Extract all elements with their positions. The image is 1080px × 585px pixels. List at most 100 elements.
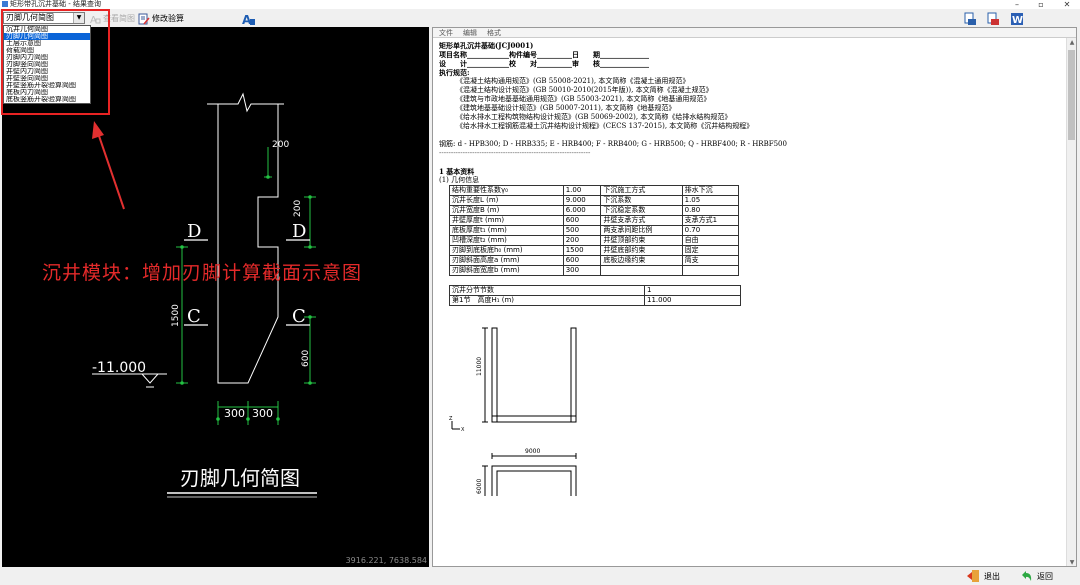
scroll-down-icon[interactable]: ▼ (1067, 558, 1076, 566)
table-cell: 固定 (681, 245, 740, 256)
spec-item: 《混凝土结构设计规范》(GB 50010-2010(2015年版)), 本文简称… (456, 86, 713, 94)
table-row: 沉井长度L (m) 9.000 下沉系数 1.05 (449, 195, 740, 206)
dim-label-300b: 300 (252, 407, 273, 420)
geometry-table: 结构重要性系数γ₀ 1.00 下沉施工方式 排水下沉 沉井长度L (m) 9.000 下沉系… (449, 185, 740, 276)
exit-button[interactable]: 退出 (966, 569, 1000, 583)
table-cell: 排水下沉 (681, 185, 740, 196)
section-label-D-right: D (292, 221, 306, 242)
table-cell: 井壁厚度t (mm) (449, 215, 564, 226)
table-cell: 支承方式1 (681, 215, 740, 226)
report-meta-2: 设 计____________校 对__________审 核_________… (439, 59, 649, 68)
annotation-text: 沉井模块：增加刃脚计算截面示意图 (42, 262, 363, 284)
dim-label-600: 600 (301, 350, 311, 367)
print-preview-button[interactable] (986, 12, 1000, 25)
edit-check-button[interactable]: 修改验算 (138, 12, 184, 25)
menu-edit[interactable]: 编辑 (463, 28, 477, 37)
table-row: 沉井分节节数 1 (449, 285, 741, 296)
spec-item: 《给水排水工程钢筋混凝土沉井结构设计规程》(CECS 137-2015), 本文… (456, 122, 754, 130)
svg-text:W: W (1012, 15, 1023, 26)
table-cell: 500 (562, 225, 602, 236)
spec-title: 执行规范: (439, 68, 470, 77)
table-cell: 1.05 (681, 195, 740, 206)
back-button[interactable]: 返回 (1019, 569, 1053, 583)
axis-x: X (461, 427, 465, 433)
table-cell (600, 265, 683, 276)
close-button[interactable]: ✕ (1054, 0, 1080, 9)
toolbar: 刃脚几何简图 ▼ A 查看简图 修改验算 A W (0, 9, 1080, 27)
wall-outline (217, 104, 279, 384)
red-arrow (92, 121, 125, 210)
table-cell: 井壁支承方式 (600, 215, 683, 226)
table-row: 底板厚度t₁ (mm) 500 两支承间距比例 0.70 (449, 225, 740, 236)
table-cell: 200 (562, 235, 602, 246)
word-icon: W (1011, 12, 1023, 26)
table-cell: 下沉稳定系数 (600, 205, 683, 216)
table-cell: 凹槽深度t₂ (mm) (449, 235, 564, 246)
divider: ----------------------------------------… (439, 149, 591, 157)
report-panel: 文件 编辑 格式 矩形单孔沉井基础(JCJ0001) 项目名称_________… (432, 27, 1077, 567)
table-row: 刃脚斜面宽度b (mm) 300 (449, 265, 740, 276)
edit-doc-icon (138, 13, 150, 24)
drawing-caption: 刃脚几何简图 (180, 466, 300, 490)
section-label-C-right: C (292, 306, 306, 327)
export-word-button[interactable]: W (1010, 12, 1024, 26)
table-cell: 9.000 (562, 195, 602, 206)
status-bar: 退出 返回 (0, 567, 1080, 585)
cursor-coordinates: 3916.221, 7638.584 (345, 556, 427, 565)
table-cell: 沉井长度L (m) (449, 195, 564, 206)
table-cell: 6.000 (562, 205, 602, 216)
table-cell: 下沉系数 (600, 195, 683, 206)
print-button[interactable] (963, 12, 977, 25)
table-cell: 刃脚到底板底h₀ (mm) (449, 245, 564, 256)
fig-dim-11000: 11000 (476, 357, 483, 376)
dim-label-200b: 200 (293, 200, 303, 217)
title-bar: 矩形带孔沉井基础 - 结果查询 – ▫ ✕ (0, 0, 1080, 9)
table-cell: 沉井宽度B (m) (449, 205, 564, 216)
section-heading: 1 基本资料 (439, 167, 475, 176)
section-label-C-left: C (187, 306, 201, 327)
report-scrollbar[interactable]: ▲ ▼ (1066, 38, 1076, 566)
table-cell: 底板边缘约束 (600, 255, 683, 266)
table-cell: 下沉施工方式 (600, 185, 683, 196)
table-cell: 第1节 高度H₁ (m) (449, 295, 645, 306)
subsection-heading: (1) 几何信息 (439, 176, 480, 184)
maximize-button[interactable]: ▫ (1028, 0, 1054, 9)
export-a-button[interactable]: A (242, 12, 256, 26)
back-arrow-icon (1022, 571, 1032, 581)
print-icon (964, 12, 976, 25)
table-cell (681, 265, 740, 276)
axis-z: Z (449, 416, 453, 422)
table-row: 结构重要性系数γ₀ 1.00 下沉施工方式 排水下沉 (449, 185, 740, 196)
highlight-box (1, 9, 110, 115)
app-icon (2, 1, 8, 7)
table-cell: 1500 (562, 245, 602, 256)
elevation-label: -11.000 (92, 360, 146, 376)
dim-label-200: 200 (272, 140, 289, 150)
dim-label-1500: 1500 (171, 304, 181, 327)
table-cell: 两支承间距比例 (600, 225, 683, 236)
table-row: 井壁厚度t (mm) 600 井壁支承方式 支承方式1 (449, 215, 740, 226)
spec-item: 《给水排水工程构筑物结构设计规范》(GB 50069-2002), 本文简称《给… (456, 113, 732, 121)
table-cell: 简支 (681, 255, 740, 266)
scroll-up-icon[interactable]: ▲ (1067, 38, 1076, 48)
table-cell: 0.70 (681, 225, 740, 236)
window-title: 矩形带孔沉井基础 - 结果查询 (10, 0, 101, 8)
table-cell: 底板厚度t₁ (mm) (449, 225, 564, 236)
spec-item: 《建筑与市政地基基础通用规范》(GB 55003-2021), 本文简称《地基通… (456, 95, 711, 103)
dim-label-300a: 300 (224, 407, 245, 420)
table-cell: 刃脚斜面高度a (mm) (449, 255, 564, 266)
menu-format[interactable]: 格式 (487, 28, 501, 37)
report-meta-1: 项目名称____________构件编号__________日 期_______… (439, 50, 649, 59)
report-menu: 文件 编辑 格式 (433, 28, 1076, 38)
rebar-line: 钢筋: d - HPB300; D - HRB335; E - HRB400; … (439, 140, 787, 148)
table-cell: 600 (562, 255, 602, 266)
scroll-thumb[interactable] (1068, 50, 1075, 140)
break-line (207, 92, 284, 113)
section-label-D-left: D (187, 221, 201, 242)
table-cell: 井壁底部约束 (600, 245, 683, 256)
table-row: 沉井宽度B (m) 6.000 下沉稳定系数 0.80 (449, 205, 740, 216)
table-cell: 1 (644, 285, 741, 296)
table-cell: 600 (562, 215, 602, 226)
minimize-button[interactable]: – (1004, 0, 1030, 9)
menu-file[interactable]: 文件 (439, 28, 453, 37)
